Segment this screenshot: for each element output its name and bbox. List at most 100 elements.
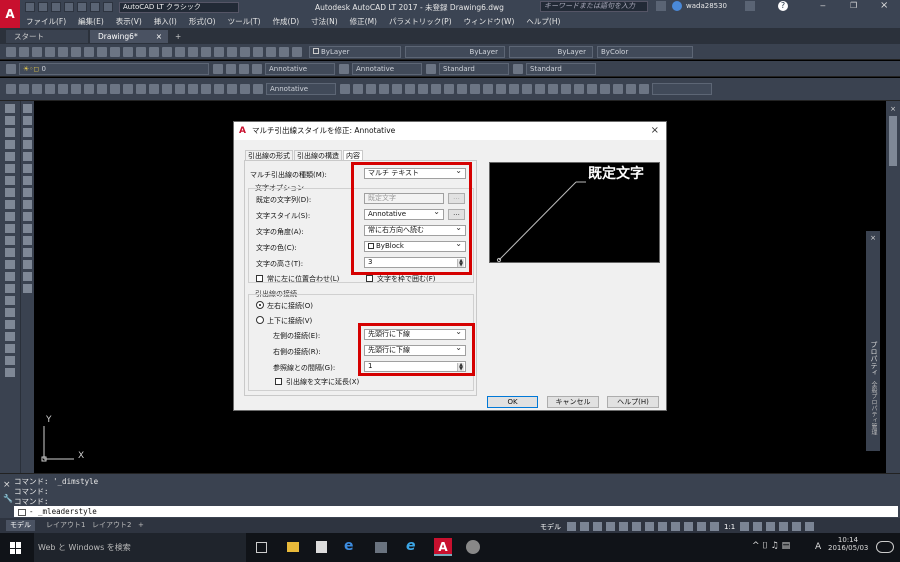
region-icon[interactable] (5, 296, 15, 305)
center-icon[interactable] (482, 84, 493, 94)
zoom-window-icon[interactable] (187, 46, 198, 57)
ortho-icon[interactable] (593, 522, 602, 531)
menu-window[interactable]: ウィンドウ(W) (458, 16, 521, 27)
spline-icon[interactable] (5, 200, 15, 209)
gradient-icon[interactable] (5, 284, 15, 293)
lineweight-icon[interactable] (658, 522, 667, 531)
isodraft-icon[interactable] (619, 522, 628, 531)
customization-icon[interactable] (805, 522, 815, 531)
revcloud-icon[interactable] (5, 188, 15, 197)
zoom-realtime-icon[interactable] (174, 46, 185, 57)
rotate-icon[interactable] (23, 176, 32, 185)
mirror-icon[interactable] (23, 128, 32, 137)
lineweight-dropdown[interactable]: ByLayer (509, 45, 593, 58)
isolate-objects-icon[interactable] (766, 522, 776, 531)
save-icon[interactable] (31, 46, 42, 57)
print-icon[interactable] (44, 46, 55, 57)
table-icon[interactable] (599, 84, 610, 94)
mleader-dropdown[interactable]: Annotative (266, 83, 336, 95)
right-scrollbar[interactable]: × (886, 101, 900, 473)
file-explorer-icon[interactable] (287, 542, 299, 552)
menu-tools[interactable]: ツール(T) (222, 16, 267, 27)
mleader-style-icon[interactable] (512, 63, 523, 74)
table-tool-icon[interactable] (5, 308, 15, 317)
open-file-icon[interactable] (38, 2, 48, 12)
close-window-icon[interactable]: × (880, 0, 888, 11)
parallel-icon[interactable] (534, 84, 545, 94)
nearest-icon[interactable] (560, 84, 571, 94)
center-mark-icon[interactable] (187, 84, 198, 94)
line-tool-icon[interactable] (5, 104, 15, 113)
add-leader-icon[interactable] (352, 84, 363, 94)
ie-icon[interactable]: e (406, 538, 416, 554)
snap-mode-icon[interactable] (580, 522, 589, 531)
menu-edit[interactable]: 編集(E) (72, 16, 110, 27)
sheet-set-icon[interactable] (252, 46, 263, 57)
properties-palette-collapsed[interactable]: × プロパティ 全般プロパティ管理 (866, 231, 880, 451)
restore-icon[interactable]: ❐ (850, 1, 857, 10)
polar-icon[interactable] (606, 522, 615, 531)
model-space-button[interactable]: モデル (540, 522, 561, 532)
ellipse-icon[interactable] (5, 212, 15, 221)
linear-dim-icon[interactable] (5, 84, 16, 94)
insert-block-icon[interactable] (5, 236, 15, 245)
auto-scale-icon[interactable] (710, 522, 719, 531)
jogged-icon[interactable] (70, 84, 81, 94)
collect-leader-icon[interactable] (391, 84, 402, 94)
ok-button[interactable]: OK (487, 396, 538, 408)
dim-update-icon[interactable] (252, 84, 263, 94)
transparency-icon[interactable] (671, 522, 680, 531)
object-snap-icon[interactable] (417, 84, 428, 94)
chamfer-icon[interactable] (23, 260, 32, 269)
horizontal-attach-radio[interactable] (256, 301, 264, 309)
layer-iso-icon[interactable] (238, 63, 249, 74)
close-properties-icon[interactable]: × (869, 234, 877, 242)
selection-cycling-icon[interactable] (684, 522, 693, 531)
extend-leader-checkbox[interactable] (275, 378, 282, 385)
object-snap-tracking-icon[interactable] (632, 522, 641, 531)
undo-icon[interactable] (135, 46, 146, 57)
annotation-visibility-icon[interactable] (697, 522, 706, 531)
frame-text-checkbox[interactable] (366, 275, 373, 282)
temp-track-icon[interactable] (430, 84, 441, 94)
user-icon[interactable] (672, 1, 682, 11)
annotation-scale[interactable]: 1:1 (724, 523, 735, 531)
task-view-icon[interactable] (256, 542, 267, 553)
aligned-dim-icon[interactable] (18, 84, 29, 94)
autocad-taskbar-icon[interactable]: A (434, 538, 452, 556)
new-tab-button[interactable]: + (172, 30, 186, 43)
command-input[interactable]: - _mleaderstyle (14, 506, 898, 517)
publish-icon[interactable] (70, 46, 81, 57)
autocad-logo-icon[interactable]: A (0, 0, 20, 28)
osnap-settings-icon[interactable] (586, 84, 597, 94)
cut-icon[interactable] (83, 46, 94, 57)
match-properties-icon[interactable] (122, 46, 133, 57)
menu-dimension[interactable]: 寸法(N) (305, 16, 343, 27)
mleader-icon[interactable] (339, 84, 350, 94)
dim-space-icon[interactable] (148, 84, 159, 94)
add-layout-button[interactable]: + (134, 520, 148, 531)
layer-previous-icon[interactable] (225, 63, 236, 74)
cancel-button[interactable]: キャンセル (547, 396, 599, 408)
fillet-icon[interactable] (23, 272, 32, 281)
copy-tool-icon[interactable] (23, 116, 32, 125)
move-icon[interactable] (23, 164, 32, 173)
color-dropdown[interactable]: ByLayer (309, 45, 401, 58)
polygon-icon[interactable] (5, 140, 15, 149)
media-icon[interactable] (375, 542, 387, 553)
tab-content[interactable]: 内容 (343, 150, 363, 160)
table-style-icon[interactable] (425, 63, 436, 74)
redo-icon[interactable] (148, 46, 159, 57)
qnew-icon[interactable] (5, 46, 16, 57)
mleader-tool-icon[interactable] (5, 344, 15, 353)
construction-line-icon[interactable] (5, 116, 15, 125)
quickcalc-icon[interactable] (278, 46, 289, 57)
paste-icon[interactable] (109, 46, 120, 57)
hatch-icon[interactable] (5, 272, 15, 281)
save-icon[interactable] (51, 2, 61, 12)
quick-dim-icon[interactable] (109, 84, 120, 94)
radius-icon[interactable] (57, 84, 68, 94)
tool-palettes-icon[interactable] (239, 46, 250, 57)
arc-icon[interactable] (5, 164, 15, 173)
ellipse-arc-icon[interactable] (5, 224, 15, 233)
